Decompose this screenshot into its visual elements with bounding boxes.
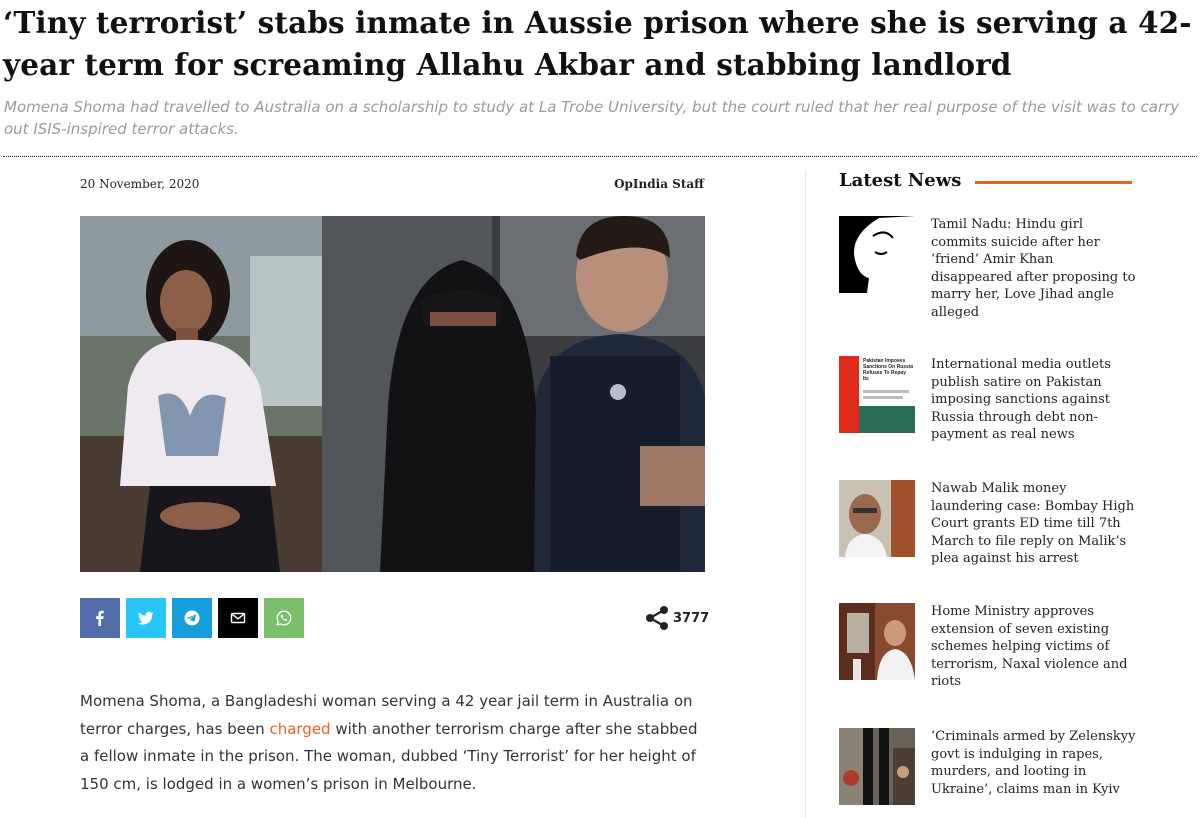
article-hero-image bbox=[80, 216, 705, 572]
news-item-title[interactable]: Home Ministry approves extension of seve… bbox=[931, 603, 1137, 691]
sidebar-divider bbox=[805, 170, 806, 818]
news-thumbnail bbox=[839, 480, 915, 557]
news-thumbnail bbox=[839, 603, 915, 680]
telegram-share-button[interactable] bbox=[172, 598, 212, 638]
twitter-share-button[interactable] bbox=[126, 598, 166, 638]
news-item-title[interactable]: Tamil Nadu: Hindu girl commits suicide a… bbox=[931, 216, 1137, 322]
news-thumb-headline: Pakistan Imposes Sanctions On Russia Ref… bbox=[863, 358, 914, 382]
news-item-title[interactable]: ‘Criminals armed by Zelenskyy govt is in… bbox=[931, 728, 1137, 798]
charged-link[interactable]: charged bbox=[269, 720, 330, 738]
email-share-button[interactable] bbox=[218, 598, 258, 638]
latest-news-accent-bar bbox=[975, 181, 1132, 184]
whatsapp-share-button[interactable] bbox=[264, 598, 304, 638]
twitter-icon bbox=[138, 611, 154, 625]
news-thumbnail: Pakistan Imposes Sanctions On Russia Ref… bbox=[839, 356, 915, 433]
facebook-share-button[interactable] bbox=[80, 598, 120, 638]
news-thumbnail bbox=[839, 216, 915, 293]
share-icon bbox=[646, 606, 668, 630]
share-count[interactable]: 3777 bbox=[645, 605, 709, 631]
whatsapp-icon bbox=[276, 610, 292, 626]
news-item-title[interactable]: Nawab Malik money laundering case: Bomba… bbox=[931, 480, 1137, 568]
publish-date: 20 November, 2020 bbox=[80, 177, 200, 191]
article-body-paragraph: Momena Shoma, a Bangladeshi woman servin… bbox=[80, 688, 710, 798]
article-headline: ‘Tiny terrorist’ stabs inmate in Aussie … bbox=[3, 5, 1192, 82]
news-thumbnail bbox=[839, 728, 915, 805]
telegram-icon bbox=[184, 610, 200, 626]
mail-icon bbox=[230, 612, 246, 624]
latest-news-heading: Latest News bbox=[839, 170, 962, 191]
author-link[interactable]: OpIndia Staff bbox=[614, 177, 704, 191]
article-subtitle: Momena Shoma had travelled to Australia … bbox=[4, 98, 1180, 138]
share-count-value: 3777 bbox=[673, 610, 710, 626]
header-divider bbox=[3, 156, 1197, 157]
share-buttons bbox=[80, 598, 304, 638]
facebook-icon bbox=[96, 610, 104, 626]
news-item-title[interactable]: International media outlets publish sati… bbox=[931, 356, 1137, 444]
